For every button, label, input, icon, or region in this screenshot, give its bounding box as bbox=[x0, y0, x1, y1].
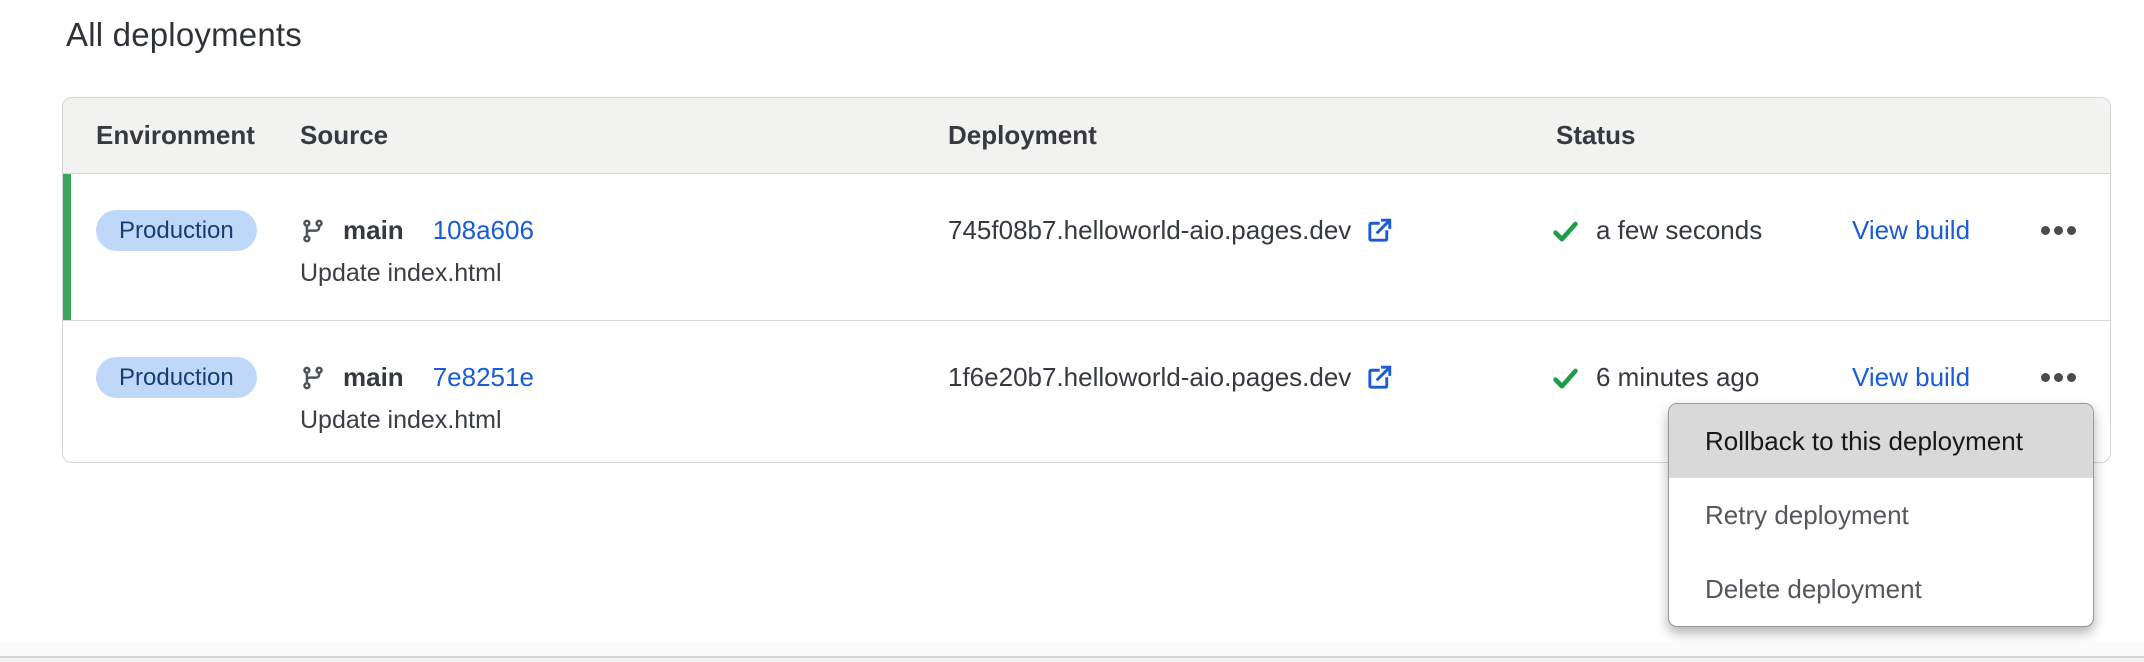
external-link-icon[interactable] bbox=[1365, 216, 1394, 245]
column-header-deployment: Deployment bbox=[948, 120, 1549, 151]
deployment-row: Production main 108a606 Update index.htm… bbox=[63, 174, 2110, 320]
ellipsis-icon bbox=[2041, 373, 2050, 382]
environment-badge: Production bbox=[96, 210, 257, 251]
commit-link[interactable]: 108a606 bbox=[433, 215, 534, 246]
view-build-link[interactable]: View build bbox=[1852, 362, 1970, 393]
view-build-link[interactable]: View build bbox=[1852, 215, 1970, 246]
check-icon bbox=[1549, 217, 1582, 245]
more-actions-button[interactable] bbox=[2039, 220, 2078, 241]
column-header-environment: Environment bbox=[63, 120, 300, 151]
deployments-page: All deployments Environment Source Deplo… bbox=[0, 0, 2144, 662]
bottom-fade bbox=[0, 642, 2144, 656]
live-deployment-indicator-bar bbox=[63, 174, 71, 320]
column-header-source: Source bbox=[300, 120, 948, 151]
page-title: All deployments bbox=[66, 16, 302, 54]
environment-badge: Production bbox=[96, 357, 257, 398]
table-header-row: Environment Source Deployment Status bbox=[63, 98, 2110, 174]
bottom-strip bbox=[0, 658, 2144, 662]
environment-badge-label: Production bbox=[119, 217, 234, 245]
commit-message: Update index.html bbox=[300, 259, 948, 288]
git-branch-icon bbox=[300, 218, 326, 244]
branch-name: main bbox=[343, 215, 404, 246]
status-time: a few seconds bbox=[1596, 215, 1762, 246]
ellipsis-icon bbox=[2041, 226, 2050, 235]
more-actions-button[interactable] bbox=[2039, 367, 2078, 388]
branch-name: main bbox=[343, 362, 404, 393]
column-header-status: Status bbox=[1549, 120, 1852, 151]
deployment-url: 745f08b7.helloworld-aio.pages.dev bbox=[948, 215, 1351, 246]
status-time: 6 minutes ago bbox=[1596, 362, 1759, 393]
git-branch-icon bbox=[300, 365, 326, 391]
environment-badge-label: Production bbox=[119, 364, 234, 392]
menu-item-rollback[interactable]: Rollback to this deployment bbox=[1669, 404, 2093, 478]
commit-link[interactable]: 7e8251e bbox=[433, 362, 534, 393]
menu-item-delete[interactable]: Delete deployment bbox=[1669, 552, 2093, 626]
deployment-url: 1f6e20b7.helloworld-aio.pages.dev bbox=[948, 362, 1351, 393]
menu-item-retry[interactable]: Retry deployment bbox=[1669, 478, 2093, 552]
commit-message: Update index.html bbox=[300, 406, 948, 435]
check-icon bbox=[1549, 364, 1582, 392]
external-link-icon[interactable] bbox=[1365, 363, 1394, 392]
deployment-actions-menu: Rollback to this deployment Retry deploy… bbox=[1668, 403, 2094, 627]
